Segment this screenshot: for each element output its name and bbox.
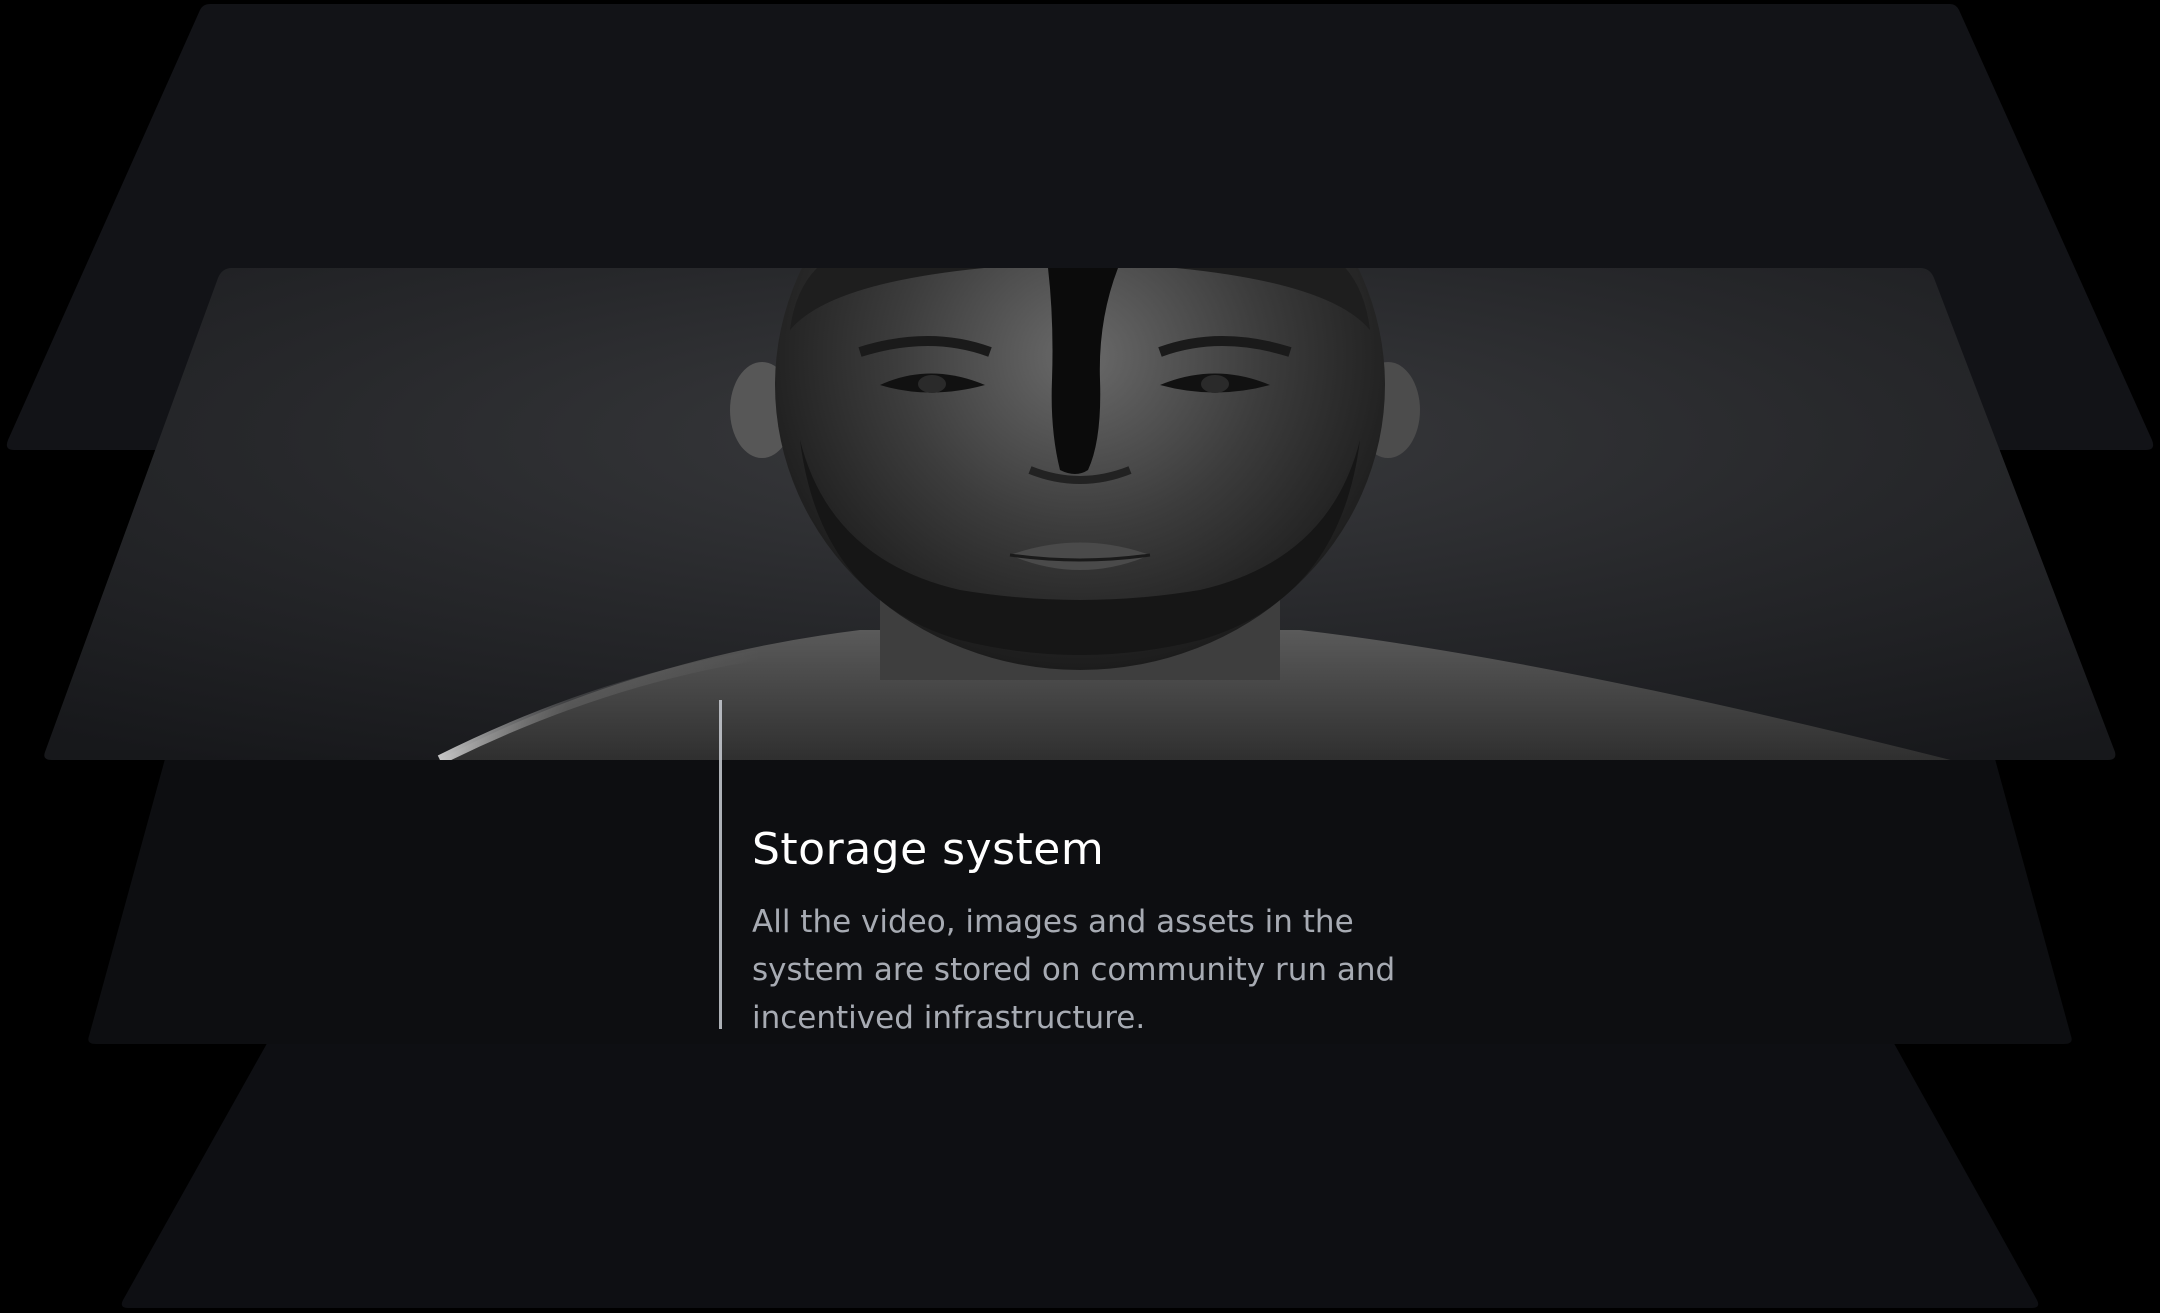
layer-bottom [121, 1030, 2039, 1308]
section-title: Storage system [752, 824, 1105, 875]
stacked-layers-illustration: Storage system All the video, images and… [0, 0, 2160, 1313]
section-description: All the video, images and assets in the … [752, 904, 1396, 1036]
layers-graphic [6, 4, 2154, 1308]
caption-divider [719, 700, 722, 1029]
caption-block: Storage system All the video, images and… [752, 820, 1452, 1042]
